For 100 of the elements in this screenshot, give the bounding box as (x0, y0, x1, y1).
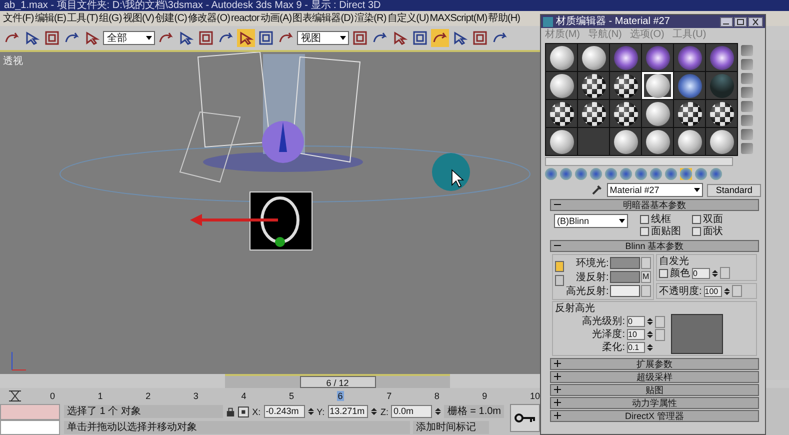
cursor-icon (452, 168, 464, 188)
close-icon[interactable] (748, 16, 763, 26)
menu-item[interactable]: 组(G) (98, 11, 122, 26)
material-slot[interactable] (610, 128, 641, 155)
rollout-header[interactable]: DirectX 管理器 (550, 410, 759, 422)
expand-toggle-icon[interactable] (554, 201, 561, 208)
frame-number: 9 (482, 391, 488, 402)
eyedropper-icon[interactable] (591, 184, 603, 196)
rollout-header[interactable]: 扩展参数 (550, 358, 759, 370)
color-swatch[interactable] (610, 271, 640, 283)
option-checkbox[interactable]: 线框 (640, 214, 692, 225)
option-checkbox[interactable]: 面状 (692, 226, 740, 237)
coordinate-field[interactable]: 0.0m (391, 405, 432, 418)
material-slot[interactable] (610, 44, 641, 71)
material-slot[interactable] (706, 128, 737, 155)
move-gizmo[interactable] (190, 214, 285, 247)
material-slot[interactable] (546, 128, 577, 155)
minimize-icon[interactable] (720, 16, 733, 26)
number-field[interactable]: 0 (692, 268, 710, 278)
expand-toggle-icon[interactable] (554, 242, 561, 249)
spinner[interactable] (435, 408, 442, 415)
coordinate-field[interactable]: 13.271m (328, 405, 368, 418)
menu-item[interactable]: MAXScript(M) (430, 12, 488, 24)
menu-item[interactable]: reactor (231, 12, 260, 24)
expand-toggle-icon[interactable] (554, 399, 561, 406)
menu-item[interactable]: 工具(T) (67, 11, 98, 26)
lock-toggle[interactable] (555, 275, 564, 286)
curve-editor-icon[interactable] (8, 390, 22, 402)
frame-number: 1 (98, 391, 103, 402)
material-slot[interactable] (674, 72, 705, 99)
expand-toggle-icon[interactable] (554, 412, 561, 419)
material-name-dropdown[interactable]: Material #27 (606, 183, 704, 197)
spinner[interactable] (308, 408, 314, 415)
rollout-header[interactable]: 贴图 (550, 384, 759, 396)
dropdown[interactable]: 视图 (297, 30, 349, 45)
material-type-button[interactable]: Standard (707, 184, 761, 196)
field-label: 不透明度: (659, 286, 702, 296)
rollout-header[interactable]: 超级采样 (550, 371, 759, 383)
region-select-icon[interactable] (197, 28, 215, 47)
material-slot[interactable] (706, 44, 737, 71)
menu-item[interactable]: 文件(F) (3, 11, 34, 26)
dropdown[interactable]: 全部 (103, 30, 155, 45)
frame-number: 5 (288, 391, 294, 402)
rollout-header[interactable]: 动力学属性 (550, 397, 759, 409)
color-checkbox[interactable]: 颜色 (659, 268, 690, 278)
material-slot[interactable] (706, 100, 737, 127)
menu-item[interactable]: 动画(A) (260, 11, 292, 26)
material-slot[interactable] (642, 44, 673, 71)
key-button[interactable] (510, 404, 540, 432)
spinner[interactable] (371, 408, 378, 415)
rollout-header[interactable]: Blinn 基本参数 (550, 240, 759, 252)
rollout-header[interactable]: 明暗器基本参数 (550, 199, 759, 211)
menu-item[interactable]: 编辑(E) (34, 11, 66, 26)
color-label: 高光反射: (566, 286, 609, 296)
menu-item[interactable]: 视图(V) (122, 11, 154, 26)
material-slot[interactable] (546, 44, 577, 71)
material-slot[interactable] (578, 72, 609, 99)
option-checkbox[interactable]: 双面 (692, 214, 740, 225)
shader-dropdown[interactable]: (B)Blinn (554, 214, 628, 228)
material-slot[interactable] (642, 100, 673, 127)
number-field[interactable]: 0 (627, 316, 645, 327)
material-slot[interactable] (674, 128, 705, 155)
menu-item[interactable]: 图表编辑器(D) (292, 11, 354, 26)
number-field[interactable]: 0.1 (627, 342, 645, 352)
material-slot[interactable] (578, 44, 609, 71)
material-slot[interactable] (610, 72, 641, 99)
menu-item[interactable]: 帮助(H) (488, 11, 520, 26)
color-label: 漫反射: (576, 272, 609, 282)
viewport-label: 透视 (3, 54, 23, 68)
option-checkbox[interactable]: 面贴图 (640, 226, 692, 237)
expand-toggle-icon[interactable] (554, 386, 561, 393)
expand-toggle-icon[interactable] (554, 360, 561, 367)
expand-toggle-icon[interactable] (554, 373, 561, 380)
add-time-tag-button[interactable]: 添加时间标记 (413, 421, 489, 434)
material-slot[interactable] (578, 100, 609, 127)
script-listener-field[interactable] (0, 404, 60, 420)
material-slot[interactable] (610, 100, 641, 127)
number-field[interactable]: 100 (704, 286, 722, 296)
number-field[interactable]: 10 (627, 329, 645, 340)
material-slot[interactable] (674, 100, 705, 127)
material-slot[interactable] (546, 72, 577, 99)
material-slot[interactable] (642, 128, 673, 155)
menu-item[interactable]: 创建(C) (155, 11, 187, 26)
map-button[interactable]: M (640, 271, 651, 283)
menu-item[interactable]: 修改器(O) (188, 11, 230, 26)
menu-item[interactable]: 自定义(U) (387, 11, 429, 26)
absolute-mode-icon[interactable] (238, 406, 250, 418)
menu-item[interactable]: 渲染(R) (354, 11, 386, 26)
spinner[interactable] (647, 344, 653, 350)
material-slot[interactable] (674, 44, 705, 71)
lock-toggle[interactable] (555, 261, 564, 272)
color-swatch[interactable] (610, 257, 640, 269)
coordinate-field[interactable]: -0.243m (264, 405, 305, 418)
lock-icon[interactable] (226, 406, 236, 417)
color-swatch[interactable] (610, 285, 640, 297)
material-slot[interactable] (642, 72, 673, 99)
material-slot[interactable] (546, 100, 577, 127)
maximize-icon[interactable] (734, 16, 747, 26)
frame-number: 3 (193, 391, 198, 402)
time-slider[interactable]: 6 / 12 (300, 376, 376, 388)
